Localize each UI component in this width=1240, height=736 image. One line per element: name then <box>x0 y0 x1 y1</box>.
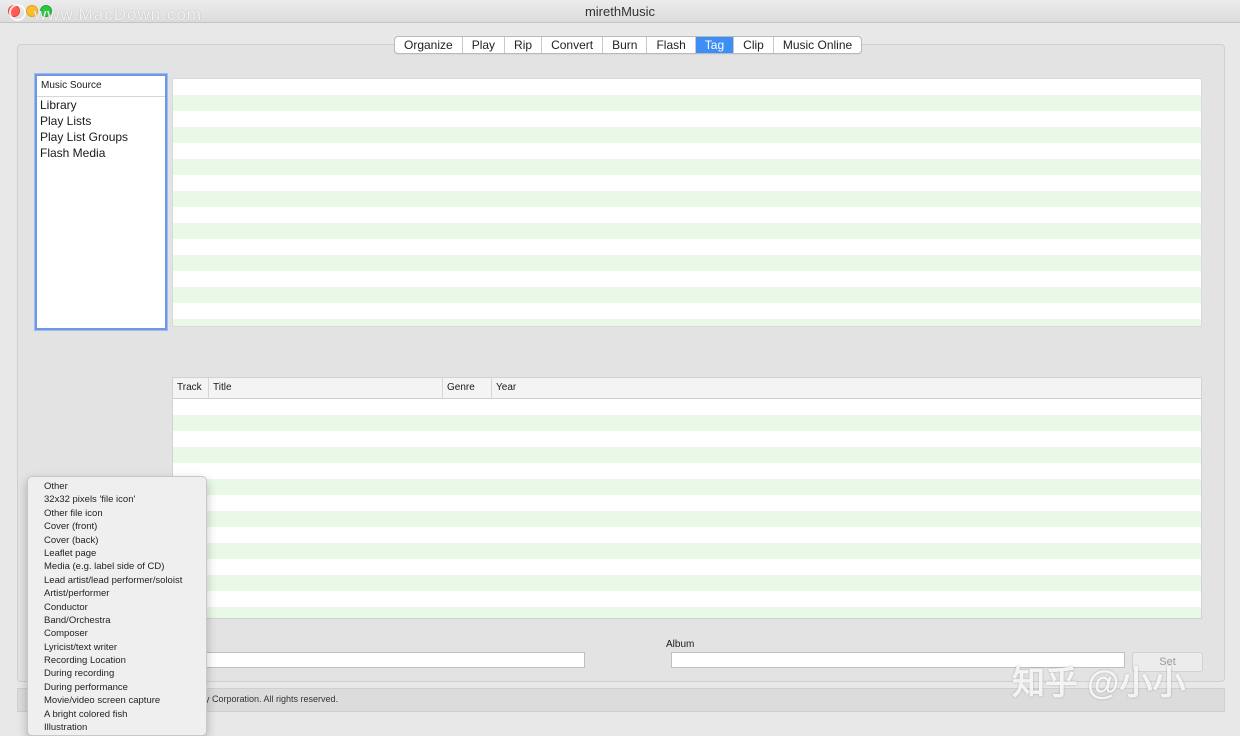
menu-item[interactable]: Composer <box>28 627 206 640</box>
menu-item[interactable]: Conductor <box>28 601 206 614</box>
menu-item[interactable]: Illustration <box>28 721 206 734</box>
tab-organize[interactable]: Organize <box>395 37 463 53</box>
tab-flash[interactable]: Flash <box>647 37 696 53</box>
menu-item[interactable]: Cover (back) <box>28 534 206 547</box>
menu-item[interactable]: Recording Location <box>28 654 206 667</box>
column-header-title[interactable]: Title <box>209 378 443 398</box>
menu-item[interactable]: Artist/performer <box>28 587 206 600</box>
library-browser-list[interactable] <box>172 78 1202 327</box>
menu-item[interactable]: Band/Orchestra <box>28 614 206 627</box>
track-table-body[interactable] <box>173 399 1201 618</box>
source-item-play-list-groups[interactable]: Play List Groups <box>37 129 165 145</box>
column-header-track[interactable]: Track <box>173 378 209 398</box>
window-title: mirethMusic <box>584 4 656 19</box>
track-table-header: Track Title Genre Year <box>173 378 1201 399</box>
menu-item[interactable]: Other file icon <box>28 507 206 520</box>
menu-item[interactable]: Leaflet page <box>28 547 206 560</box>
tab-tag[interactable]: Tag <box>695 37 735 53</box>
zhihu-watermark: 知乎 @小小 <box>1012 664 1186 701</box>
title-bar: www.MacDown.com mirethMusic <box>0 0 1240 24</box>
tab-convert[interactable]: Convert <box>542 37 604 53</box>
track-table[interactable]: Track Title Genre Year <box>172 377 1202 619</box>
source-item-flash-media[interactable]: Flash Media <box>37 145 165 161</box>
tab-rip[interactable]: Rip <box>505 37 543 53</box>
album-label: Album <box>666 639 695 650</box>
tab-bar: Organize Play Rip Convert Burn Flash Tag… <box>394 36 863 54</box>
picture-type-menu[interactable]: Other 32x32 pixels 'file icon' Other fil… <box>27 476 207 736</box>
menu-item[interactable]: During performance <box>28 681 206 694</box>
tab-burn[interactable]: Burn <box>603 37 648 53</box>
menu-item[interactable]: During recording <box>28 667 206 680</box>
column-header-year[interactable]: Year <box>492 378 1201 398</box>
menu-item[interactable]: Lead artist/lead performer/soloist <box>28 574 206 587</box>
copyright-text: gy Corporation. All rights reserved. <box>200 694 339 704</box>
menu-item[interactable]: Cover (front) <box>28 520 206 533</box>
tab-music-online[interactable]: Music Online <box>774 37 861 53</box>
menu-item[interactable]: Lyricist/text writer <box>28 641 206 654</box>
menu-item[interactable]: Other <box>28 480 206 493</box>
text-field[interactable] <box>200 652 585 668</box>
tab-clip[interactable]: Clip <box>734 37 774 53</box>
source-item-library[interactable]: Library <box>37 97 165 113</box>
menu-item[interactable]: Movie/video screen capture <box>28 694 206 707</box>
tab-play[interactable]: Play <box>463 37 506 53</box>
menu-item[interactable]: A bright colored fish <box>28 708 206 721</box>
source-item-play-lists[interactable]: Play Lists <box>37 113 165 129</box>
menu-item[interactable]: Media (e.g. label side of CD) <box>28 560 206 573</box>
column-header-genre[interactable]: Genre <box>443 378 492 398</box>
menu-item[interactable]: 32x32 pixels 'file icon' <box>28 493 206 506</box>
music-source-header: Music Source <box>37 76 165 97</box>
music-source-list[interactable]: Music Source Library Play Lists Play Lis… <box>35 74 167 330</box>
